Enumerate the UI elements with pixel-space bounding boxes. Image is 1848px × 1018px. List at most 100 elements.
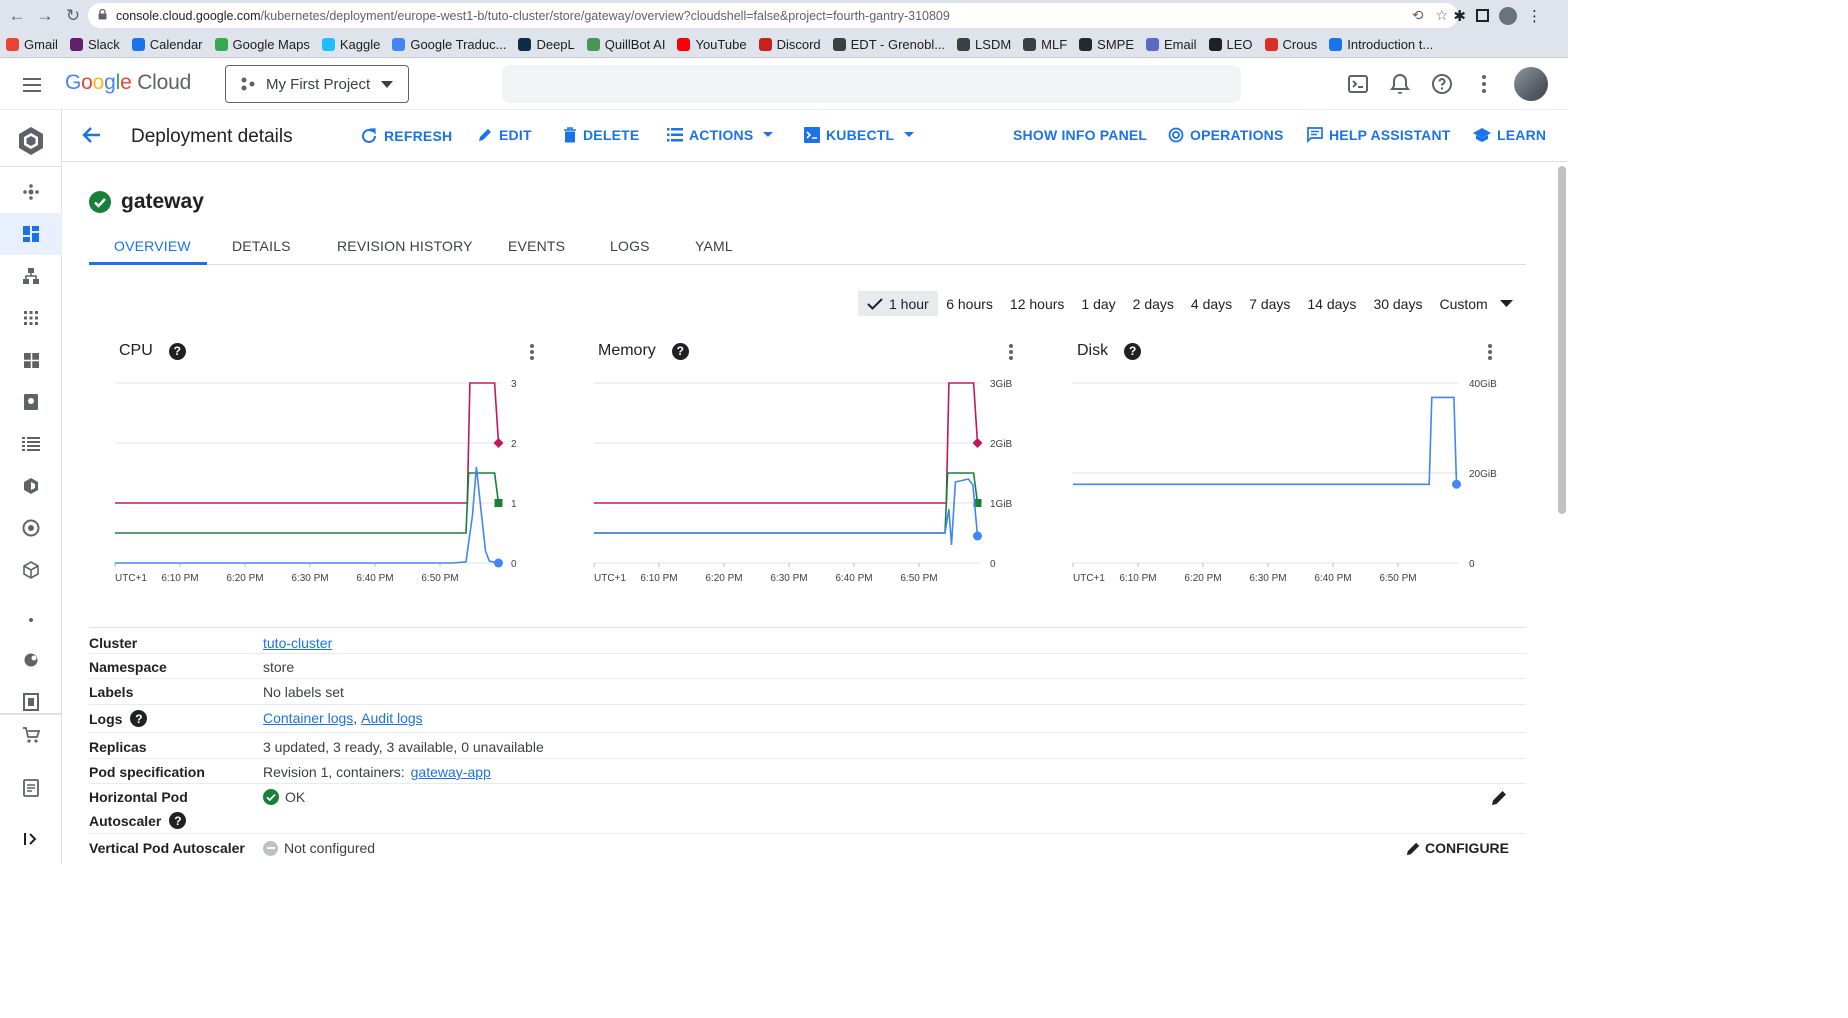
more-vert-icon[interactable] [1472, 72, 1496, 96]
rail-migrate-icon[interactable] [0, 465, 62, 507]
help-icon[interactable]: ? [1124, 342, 1142, 360]
google-cloud-logo[interactable]: Google Cloud [65, 71, 191, 95]
time-range-option[interactable]: 12 hours [1001, 291, 1072, 316]
learn-button[interactable]: LEARN [1473, 127, 1546, 143]
bookmark-item[interactable]: DeepL [518, 37, 575, 52]
help-icon[interactable] [1430, 72, 1454, 96]
chart-more-icon[interactable] [1487, 343, 1493, 361]
bookmark-item[interactable]: LSDM [957, 37, 1011, 52]
rail-storage-icon[interactable] [0, 381, 62, 423]
bookmark-item[interactable]: YouTube [677, 37, 747, 52]
tab-events[interactable]: EVENTS [508, 238, 565, 254]
rail-clusters-icon[interactable] [0, 171, 62, 213]
rail-marketplace-icon[interactable] [0, 549, 62, 591]
bookmark-item[interactable]: Gmail [6, 37, 58, 52]
row-value: Revision 1, containers: gateway-app [263, 764, 491, 780]
y-tick-label: 40GiB [1469, 379, 1497, 390]
operations-button[interactable]: OPERATIONS [1168, 127, 1284, 143]
container-link[interactable]: gateway-app [411, 764, 491, 780]
edit-pencil-icon[interactable] [1491, 789, 1508, 806]
bookmark-item[interactable]: Google Traduc... [392, 37, 506, 52]
bookmark-item[interactable]: LEO [1208, 37, 1253, 52]
bookmark-item[interactable]: QuillBot AI [586, 37, 665, 52]
rail-secrets-icon[interactable] [0, 339, 62, 381]
rail-workloads-icon[interactable] [0, 213, 62, 255]
edit-button[interactable]: EDIT [477, 127, 532, 143]
tab-overview[interactable]: OVERVIEW [114, 238, 191, 254]
rail-config-icon[interactable] [0, 639, 62, 681]
actions-menu-button[interactable]: ACTIONS [667, 127, 774, 143]
audit-logs-link[interactable]: Audit logs [361, 710, 422, 726]
expand-rail-icon[interactable] [0, 818, 62, 860]
chart-more-icon[interactable] [529, 343, 535, 361]
cloud-shell-icon[interactable] [1346, 72, 1370, 96]
help-icon[interactable]: ? [168, 342, 186, 360]
scrollbar-thumb[interactable] [1558, 166, 1566, 514]
time-range-option[interactable]: 30 days [1365, 291, 1431, 316]
bookmark-item[interactable]: SMPE [1079, 37, 1134, 52]
disabled-status-icon [263, 840, 278, 856]
tab-details[interactable]: DETAILS [232, 238, 291, 254]
rail-apps-icon[interactable] [0, 297, 62, 339]
help-icon[interactable]: ? [169, 812, 187, 829]
profile-avatar[interactable] [1499, 6, 1517, 25]
bookmark-item[interactable]: EDT - Grenobl... [832, 37, 945, 52]
bookmark-star-icon[interactable]: ☆ [1435, 7, 1448, 24]
time-range-custom[interactable]: Custom [1431, 291, 1521, 316]
y-tick-label: 0 [1469, 559, 1475, 570]
show-info-panel-button[interactable]: SHOW INFO PANEL [1013, 127, 1147, 143]
container-logs-link[interactable]: Container logs [263, 710, 353, 726]
status-ok-icon [263, 789, 279, 805]
tab-revision-history[interactable]: REVISION HISTORY [337, 238, 473, 254]
reload-icon[interactable]: ↻ [60, 3, 86, 29]
rail-services-icon[interactable] [0, 255, 62, 297]
chrome-menu-icon[interactable]: ⋮ [1527, 7, 1542, 25]
bookmark-item[interactable]: Introduction t... [1329, 37, 1433, 52]
rail-object-browser-icon[interactable] [0, 423, 62, 465]
share-icon[interactable]: ⟲ [1412, 7, 1424, 24]
help-assistant-button[interactable]: HELP ASSISTANT [1307, 127, 1451, 143]
bookmark-item[interactable]: Slack [69, 37, 120, 52]
back-arrow-icon[interactable] [80, 124, 102, 146]
bookmark-item[interactable]: Discord [758, 37, 821, 52]
rail-dot-icon[interactable] [0, 599, 62, 641]
help-icon[interactable]: ? [671, 342, 689, 360]
refresh-button[interactable]: REFRESH [360, 127, 452, 145]
time-range-option[interactable]: 1 day [1073, 291, 1124, 316]
account-avatar[interactable] [1514, 67, 1548, 101]
time-range-option-selected[interactable]: 1 hour [858, 291, 938, 316]
bookmark-item[interactable]: Google Maps [214, 37, 310, 52]
tab-logs[interactable]: LOGS [610, 238, 650, 254]
configure-button[interactable]: CONFIGURE [1406, 840, 1509, 856]
time-range-option[interactable]: 4 days [1182, 291, 1240, 316]
kubernetes-engine-logo-icon[interactable] [0, 115, 62, 167]
help-icon[interactable]: ? [130, 710, 148, 727]
tab-yaml[interactable]: YAML [695, 238, 733, 254]
rail-backup-icon[interactable] [0, 507, 62, 549]
time-range-option[interactable]: 6 hours [938, 291, 1002, 316]
project-picker[interactable]: My First Project [225, 65, 409, 103]
forward-arrow-icon[interactable]: → [32, 3, 58, 29]
delete-button[interactable]: DELETE [563, 127, 639, 143]
time-range-option[interactable]: 14 days [1299, 291, 1365, 316]
bookmark-item[interactable]: Email [1146, 37, 1197, 52]
info-row-hpa: Horizontal Pod Autoscaler ? OK [89, 784, 1526, 834]
time-range-option[interactable]: 2 days [1124, 291, 1182, 316]
bookmark-item[interactable]: MLF [1023, 37, 1067, 52]
rail-marketplace-cart-icon[interactable] [0, 714, 62, 756]
extensions-icon[interactable]: ✱ [1453, 7, 1466, 25]
kubectl-menu-button[interactable]: KUBECTL [804, 127, 915, 143]
bookmark-item[interactable]: Calendar [131, 37, 203, 52]
rail-release-notes-icon[interactable] [0, 767, 62, 809]
time-range-option[interactable]: 7 days [1241, 291, 1299, 316]
bookmark-item[interactable]: Kaggle [321, 37, 380, 52]
side-panel-icon[interactable] [1476, 9, 1489, 22]
bookmark-item[interactable]: Crous [1264, 37, 1317, 52]
hamburger-menu-icon[interactable] [20, 73, 44, 97]
chart-more-icon[interactable] [1008, 343, 1014, 361]
cluster-link[interactable]: tuto-cluster [263, 635, 332, 651]
address-bar[interactable]: console.cloud.google.com/kubernetes/depl… [88, 3, 1458, 28]
search-input[interactable] [502, 65, 1241, 103]
notifications-bell-icon[interactable] [1388, 72, 1412, 96]
back-arrow-icon[interactable]: ← [4, 3, 30, 29]
